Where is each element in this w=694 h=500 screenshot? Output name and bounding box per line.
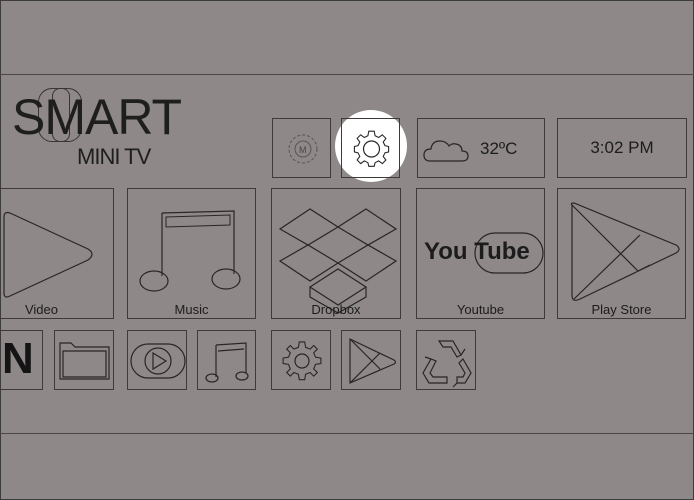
bottom-divider (0, 433, 694, 434)
settings-gear-icon (353, 130, 390, 167)
play-triangle-icon (3, 211, 93, 298)
app-label-video: Video (24, 302, 58, 317)
logo-subtitle: MINI TV (77, 144, 151, 169)
cloud-icon (423, 140, 469, 162)
temperature-label: 32ºC (480, 139, 518, 158)
clock-label: 3:02 PM (590, 138, 654, 157)
logo-title: SMART (12, 89, 182, 145)
app-tile-play-store[interactable]: Play Store (557, 188, 686, 319)
settings-tile[interactable] (341, 118, 400, 178)
app-label-music: Music (174, 302, 209, 317)
youtube-logo-tube: Tube (474, 238, 530, 265)
youtube-logo-you: You (424, 238, 468, 265)
settings-shortcut-tile[interactable] (271, 330, 331, 390)
settings-gear-icon (282, 341, 322, 381)
app-label-play-store: Play Store (591, 302, 652, 317)
music-note-icon (205, 342, 249, 383)
app-label-dropbox: Dropbox (311, 302, 361, 317)
app-tile-video[interactable]: Video (0, 188, 114, 319)
globe-tile[interactable]: M (272, 118, 331, 178)
folder-tile[interactable] (54, 330, 114, 390)
app-tile-dropbox[interactable]: Dropbox (271, 188, 401, 319)
globe-icon: M (288, 134, 318, 164)
folder-icon (59, 342, 110, 380)
video-play-icon (130, 343, 186, 379)
dropbox-icon (278, 208, 398, 314)
recycle-icon (422, 340, 472, 388)
svg-text:M: M (299, 145, 307, 155)
video-player-tile[interactable] (127, 330, 187, 390)
play-store-icon (570, 202, 680, 301)
play-store-icon (349, 338, 397, 384)
play-store-shortcut-tile[interactable] (341, 330, 401, 390)
recycle-tile[interactable] (416, 330, 476, 390)
top-divider (0, 74, 694, 75)
app-tile-music[interactable]: Music (127, 188, 256, 319)
youtube-logo-text: You Tube (424, 238, 530, 266)
app-label-youtube: Youtube (456, 302, 505, 317)
music-note-icon (139, 210, 241, 292)
partial-letter-n: N (2, 334, 34, 383)
music-player-tile[interactable] (197, 330, 256, 390)
